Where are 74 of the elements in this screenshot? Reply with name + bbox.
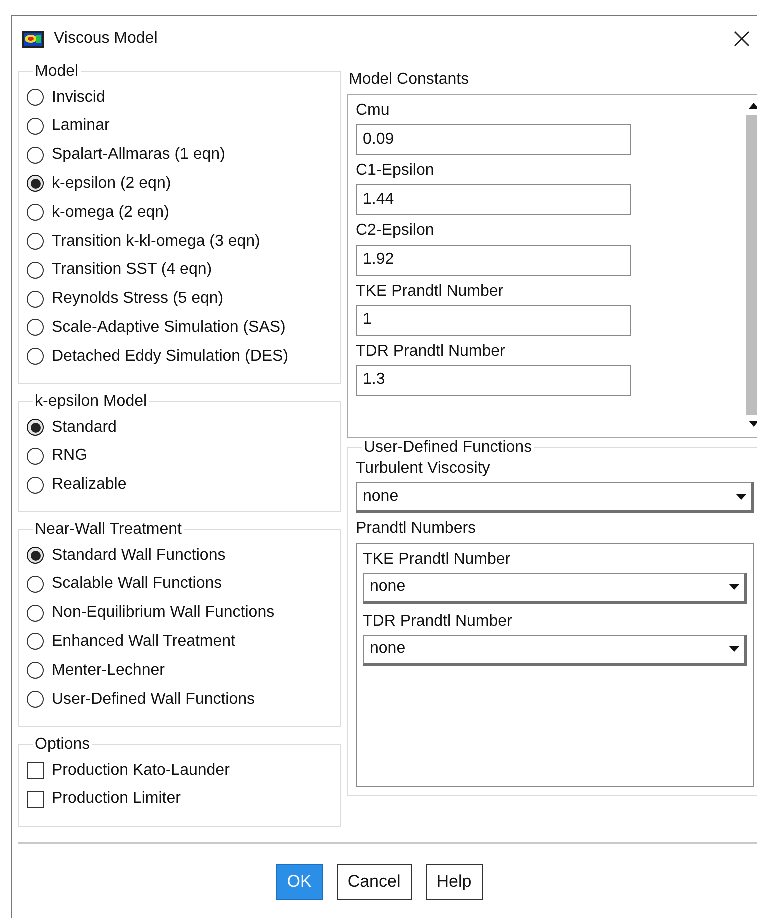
option-label[interactable]: Menter-Lechner	[52, 658, 165, 683]
group-title: Options	[34, 735, 92, 754]
dropdown[interactable]: none	[356, 482, 754, 514]
radio-button[interactable]	[27, 604, 44, 622]
option-label[interactable]: Spalart-Allmaras (1 eqn)	[52, 143, 226, 168]
radio-button[interactable]	[27, 319, 44, 336]
radio-button[interactable]	[27, 262, 44, 279]
input-field[interactable]: 1.44	[356, 184, 631, 216]
field-label: Prandtl Numbers	[356, 519, 478, 539]
field-label: Turbulent Viscosity	[356, 459, 492, 478]
field-label: C2-Epsilon	[356, 221, 436, 241]
option-label[interactable]: User-Defined Wall Functions	[52, 688, 256, 712]
option-label[interactable]: Non-Equilibrium Wall Functions	[52, 601, 275, 626]
option-label[interactable]: Production Kato-Launder	[52, 758, 230, 783]
checkbox[interactable]	[27, 762, 44, 780]
radio-button[interactable]	[27, 691, 44, 708]
radio-button[interactable]	[27, 576, 44, 593]
option-label[interactable]: Scale-Adaptive Simulation (SAS)	[52, 316, 286, 340]
group-title: k-epsilon Model	[34, 392, 148, 412]
option-label[interactable]: Transition SST (4 eqn)	[52, 258, 212, 282]
field-label: TKE Prandtl Number	[356, 282, 505, 301]
option-label[interactable]: RNG	[52, 444, 88, 468]
option-label[interactable]: Laminar	[52, 114, 110, 138]
radio-button[interactable]	[27, 547, 44, 564]
radio-button[interactable]	[27, 348, 44, 366]
option-label[interactable]: Inviscid	[52, 86, 106, 110]
option-label[interactable]: k-omega (2 eqn)	[52, 200, 170, 225]
section-title: Model Constants	[349, 70, 470, 90]
group-title: Near-Wall Treatment	[34, 520, 183, 540]
option-label[interactable]: Standard	[52, 416, 117, 440]
input-field[interactable]: 1	[356, 304, 631, 336]
field-label: C1-Epsilon	[356, 161, 436, 180]
option-label[interactable]: Standard Wall Functions	[52, 544, 226, 568]
option-label[interactable]: Detached Eddy Simulation (DES)	[52, 344, 289, 369]
option-label[interactable]: k-epsilon (2 eqn)	[52, 172, 172, 196]
option-label[interactable]: Reynolds Stress (5 eqn)	[52, 287, 224, 312]
option-label[interactable]: Production Limiter	[52, 787, 181, 812]
radio-button[interactable]	[27, 204, 44, 222]
radio-button[interactable]	[27, 175, 44, 192]
option-label[interactable]: Realizable	[52, 473, 127, 498]
radio-button[interactable]	[27, 146, 44, 164]
option-label[interactable]: Scalable Wall Functions	[52, 572, 222, 596]
radio-button[interactable]	[27, 633, 44, 650]
radio-button[interactable]	[27, 89, 44, 106]
field-label: Cmu	[356, 101, 391, 120]
radio-button[interactable]	[27, 448, 44, 465]
radio-button[interactable]	[27, 233, 44, 250]
caret-icon	[729, 584, 740, 590]
group-title: Model	[34, 62, 80, 82]
radio-button[interactable]	[27, 662, 44, 680]
input-field[interactable]: 1.3	[356, 364, 631, 396]
group-title: User-Defined Functions	[363, 438, 534, 458]
dropdown[interactable]: none	[363, 572, 747, 604]
radio-button[interactable]	[27, 118, 44, 135]
radio-button[interactable]	[27, 476, 44, 494]
field-label: TDR Prandtl Number	[356, 342, 506, 361]
radio-button[interactable]	[27, 419, 44, 436]
dropdown[interactable]: none	[363, 634, 747, 666]
checkbox[interactable]	[27, 790, 44, 808]
radio-button[interactable]	[27, 290, 44, 308]
caret-icon	[729, 646, 740, 652]
input-field[interactable]: 1.92	[356, 244, 631, 276]
app-icon	[22, 30, 44, 48]
field-label: TKE Prandtl Number	[363, 550, 512, 569]
caret-icon	[736, 494, 747, 500]
scroll-down-icon[interactable]	[749, 421, 757, 427]
dialog-button[interactable]: Help	[426, 864, 483, 900]
field-label: TDR Prandtl Number	[363, 612, 514, 631]
window-title: Viscous Model	[54, 29, 158, 49]
option-label[interactable]: Transition k-kl-omega (3 eqn)	[52, 230, 260, 254]
input-field[interactable]: 0.09	[356, 124, 631, 156]
dialog-button[interactable]: Cancel	[336, 864, 412, 900]
option-label[interactable]: Enhanced Wall Treatment	[52, 630, 236, 654]
scroll-up-icon[interactable]	[749, 103, 757, 109]
